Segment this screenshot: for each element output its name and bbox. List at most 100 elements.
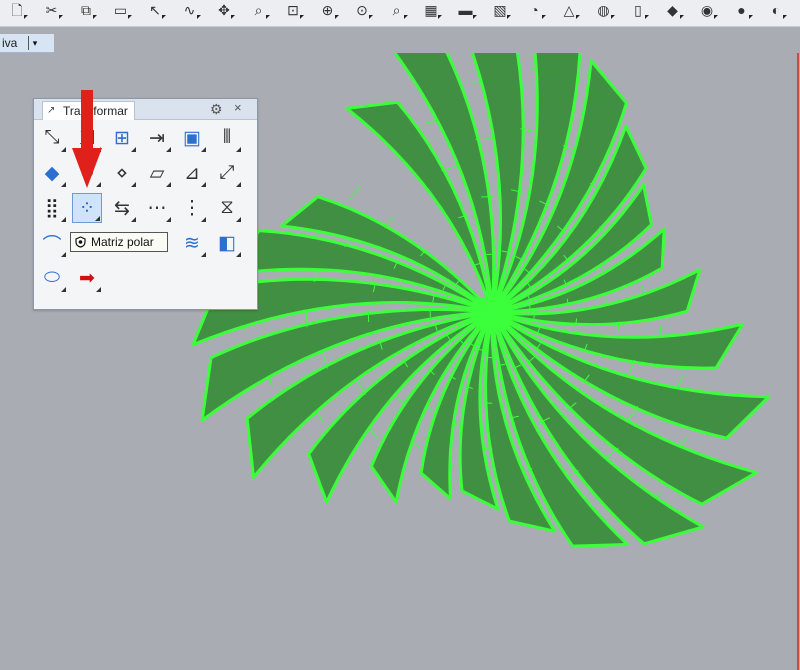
- red-arrow-annotation: [72, 90, 102, 188]
- flyout-indicator: [131, 147, 136, 152]
- orient-button[interactable]: ⇥: [142, 123, 172, 153]
- flyout-indicator: [61, 182, 66, 187]
- arrow-right-button[interactable]: ➡: [72, 263, 102, 293]
- flyout-indicator: [236, 147, 241, 152]
- flyout-indicator: [166, 147, 171, 152]
- shear-button[interactable]: ⊿: [177, 158, 207, 188]
- bend-icon: ⌒: [42, 234, 62, 256]
- move-icon: ⤡: [44, 127, 60, 148]
- flyout-indicator: [95, 216, 100, 221]
- transformar-panel: ↗ Transformar ⚙ × ⤡⇲⊞⇥▣⫴◆↻⋄▱⊿⤢⣿⁘⇆⋯⋮⧖⌒≋◧⬭…: [33, 98, 258, 310]
- twist-button[interactable]: ⧖: [212, 193, 242, 223]
- tooltip: Matriz polar: [70, 232, 168, 252]
- mirror-button[interactable]: ⫴: [212, 123, 242, 153]
- petal-isocurve: [384, 217, 395, 229]
- petal-isocurve: [533, 315, 535, 320]
- analysis-icon[interactable]: △: [558, 0, 580, 20]
- rendered-sphere-icon[interactable]: ◐: [765, 0, 787, 20]
- petal-isocurve: [348, 185, 362, 201]
- polar-array-button[interactable]: ⁘: [72, 193, 102, 223]
- history-icon[interactable]: ◔: [524, 0, 546, 20]
- array-along-curve-icon: ⋮: [182, 197, 202, 219]
- rectangular-array-icon: ⣿: [45, 197, 59, 219]
- flyout-indicator: [166, 182, 171, 187]
- flyout-indicator: [201, 217, 206, 222]
- gear-icon[interactable]: ⚙: [210, 102, 226, 116]
- flyout-indicator: [96, 287, 101, 292]
- paste-icon[interactable]: ▭: [110, 0, 132, 20]
- array-icon: ⊞: [114, 127, 130, 149]
- select-icon[interactable]: ↖: [144, 0, 166, 20]
- shaded-sphere-icon[interactable]: ●: [731, 0, 753, 20]
- pan-icon[interactable]: ✥: [213, 0, 235, 20]
- light-bulb-icon[interactable]: ◍: [593, 0, 615, 20]
- linear-array-button[interactable]: ⋯: [142, 193, 172, 223]
- linear-array-icon: ⋯: [147, 197, 167, 219]
- cage-edit-icon: ⬭: [43, 267, 61, 288]
- curve-icon[interactable]: ∿: [179, 0, 201, 20]
- flyout-indicator: [61, 287, 66, 292]
- taper-button[interactable]: ◧: [212, 228, 242, 258]
- viewport-title-bar[interactable]: iva ▾: [0, 34, 54, 53]
- new-file-icon[interactable]: 🗋: [6, 0, 28, 20]
- box-morph-button[interactable]: ▣: [177, 123, 207, 153]
- box-morph-icon: ▣: [183, 127, 201, 149]
- viewport-layout-icon[interactable]: ▦: [420, 0, 442, 20]
- point-button[interactable]: ⋄: [107, 158, 137, 188]
- scale-icon: ⤢: [219, 162, 235, 183]
- car-icon[interactable]: ▬: [455, 0, 477, 20]
- petal-isocurve: [357, 381, 366, 395]
- viewport-dropdown-icon[interactable]: ▾: [28, 36, 41, 50]
- flyout-indicator: [61, 147, 66, 152]
- plane-button[interactable]: ▱: [142, 158, 172, 188]
- shear-icon: ⊿: [184, 162, 200, 184]
- scale-1d-icon: ⇆: [114, 197, 130, 219]
- polar-array-icon: ⁘: [79, 197, 95, 219]
- grid-snap-icon[interactable]: ▧: [489, 0, 511, 20]
- array-along-curve-button[interactable]: ⋮: [177, 193, 207, 223]
- render-icon[interactable]: ◆: [662, 0, 684, 20]
- zoom-icon[interactable]: ⌕: [248, 0, 270, 20]
- petal-isocurve: [396, 396, 406, 407]
- zoom-dynamic-icon[interactable]: ⌕: [386, 0, 408, 20]
- flow-icon: ≋: [184, 232, 200, 254]
- copy-icon[interactable]: ⧉: [75, 0, 97, 20]
- rectangular-array-button[interactable]: ⣿: [37, 193, 67, 223]
- array-button[interactable]: ⊞: [107, 123, 137, 153]
- plane-icon: ▱: [149, 162, 165, 184]
- point-icon: ⋄: [116, 162, 128, 184]
- close-icon[interactable]: ×: [234, 101, 248, 115]
- zoom-window-icon[interactable]: ⊡: [282, 0, 304, 20]
- taper-icon: ◧: [218, 232, 236, 254]
- flyout-indicator: [61, 217, 66, 222]
- shield-icon: [75, 236, 86, 248]
- zoom-selected-icon[interactable]: ⊙: [351, 0, 373, 20]
- scale-1d-button[interactable]: ⇆: [107, 193, 137, 223]
- orient-icon: ⇥: [149, 127, 165, 149]
- color-wheel-icon[interactable]: ◉: [696, 0, 718, 20]
- flow-button[interactable]: ≋: [177, 228, 207, 258]
- flyout-indicator: [166, 217, 171, 222]
- flyout-indicator: [236, 217, 241, 222]
- diamond-icon: ◆: [44, 162, 60, 184]
- flyout-indicator: [61, 252, 66, 257]
- cut-icon[interactable]: ✂: [41, 0, 63, 20]
- flyout-indicator: [131, 182, 136, 187]
- main-toolbar: 🗋 ✂ ⧉ ▭ ↖ ∿ ✥ ⌕ ⊡ ⊕ ⊙ ⌕ ▦ ▬ ▧ ◔ △ ◍ ▯ ◆ ◉ ● ◐: [0, 0, 800, 27]
- bend-button[interactable]: ⌒: [37, 228, 67, 258]
- layer-icon[interactable]: ▯: [627, 0, 649, 20]
- flyout-indicator: [236, 252, 241, 257]
- move-button[interactable]: ⤡: [37, 123, 67, 153]
- tooltip-text: Matriz polar: [91, 235, 154, 249]
- flyout-indicator: [201, 182, 206, 187]
- zoom-extents-icon[interactable]: ⊕: [317, 0, 339, 20]
- petal-isocurve: [481, 196, 493, 198]
- diamond-button[interactable]: ◆: [37, 158, 67, 188]
- scale-button[interactable]: ⤢: [212, 158, 242, 188]
- cage-edit-button[interactable]: ⬭: [37, 263, 67, 293]
- flyout-indicator: [201, 252, 206, 257]
- viewport-border: [797, 53, 799, 670]
- viewport-name-label[interactable]: iva: [2, 36, 17, 50]
- twist-icon: ⧖: [220, 197, 234, 218]
- mirror-icon: ⫴: [223, 127, 231, 148]
